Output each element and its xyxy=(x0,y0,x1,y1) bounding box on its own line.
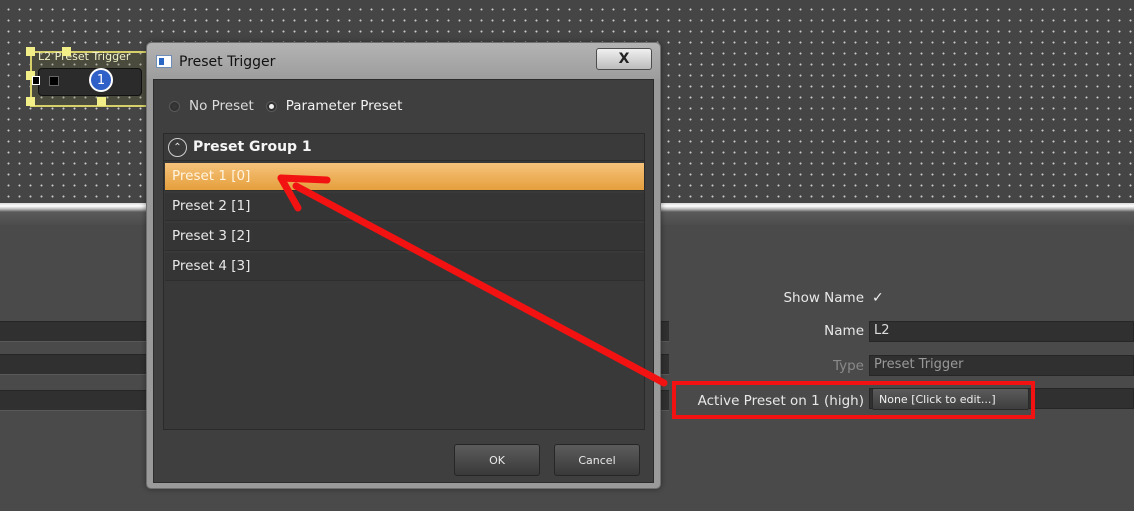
preset-item[interactable]: Preset 4 [3] xyxy=(165,253,644,281)
parameter-preset-label[interactable]: Parameter Preset xyxy=(286,98,403,114)
type-label: Type xyxy=(832,358,864,374)
close-button[interactable]: X xyxy=(596,48,652,70)
channel-number-badge: 1 xyxy=(89,68,113,92)
show-name-label: Show Name xyxy=(783,290,864,306)
resize-handle[interactable] xyxy=(26,97,35,106)
input-port[interactable] xyxy=(32,76,40,85)
name-field[interactable]: L2 xyxy=(869,321,1134,342)
dialog-content: No Preset Parameter Preset ⌃ Preset Grou… xyxy=(153,79,654,483)
preset-group-header[interactable]: ⌃ Preset Group 1 xyxy=(164,134,644,161)
collapse-chevron-icon[interactable]: ⌃ xyxy=(168,137,187,157)
cancel-button[interactable]: Cancel xyxy=(554,444,640,476)
parameter-preset-radio[interactable] xyxy=(265,100,277,112)
window-icon xyxy=(156,55,172,68)
block-name-label: L2 Preset Trigger xyxy=(38,50,131,63)
name-label: Name xyxy=(824,323,864,339)
show-name-checkbox[interactable]: ✓ xyxy=(872,290,884,306)
ok-button[interactable]: OK xyxy=(454,444,540,476)
no-preset-radio[interactable] xyxy=(169,100,180,112)
resize-handle[interactable] xyxy=(62,47,71,56)
trigger-square-icon xyxy=(49,76,59,86)
preset-mode-radios: No Preset Parameter Preset xyxy=(169,98,414,114)
preset-group-label: Preset Group 1 xyxy=(193,139,312,155)
dialog-titlebar[interactable]: Preset Trigger X xyxy=(147,43,660,79)
preset-item[interactable]: Preset 2 [1] xyxy=(165,193,644,221)
resize-handle[interactable] xyxy=(97,97,106,106)
no-preset-label[interactable]: No Preset xyxy=(189,98,254,114)
preset-tree: ⌃ Preset Group 1 Preset 1 [0] Preset 2 [1… xyxy=(163,133,645,430)
preset-trigger-dialog: Preset Trigger X No Preset Parameter Pre… xyxy=(146,42,661,489)
type-field: Preset Trigger xyxy=(869,355,1134,376)
preset-item[interactable]: Preset 1 [0] xyxy=(165,163,644,191)
dialog-title: Preset Trigger xyxy=(179,54,276,70)
highlight-box xyxy=(672,381,1035,419)
resize-handle[interactable] xyxy=(26,47,35,56)
preset-trigger-block[interactable]: L2 Preset Trigger 1 xyxy=(26,47,150,107)
preset-item[interactable]: Preset 3 [2] xyxy=(165,223,644,251)
